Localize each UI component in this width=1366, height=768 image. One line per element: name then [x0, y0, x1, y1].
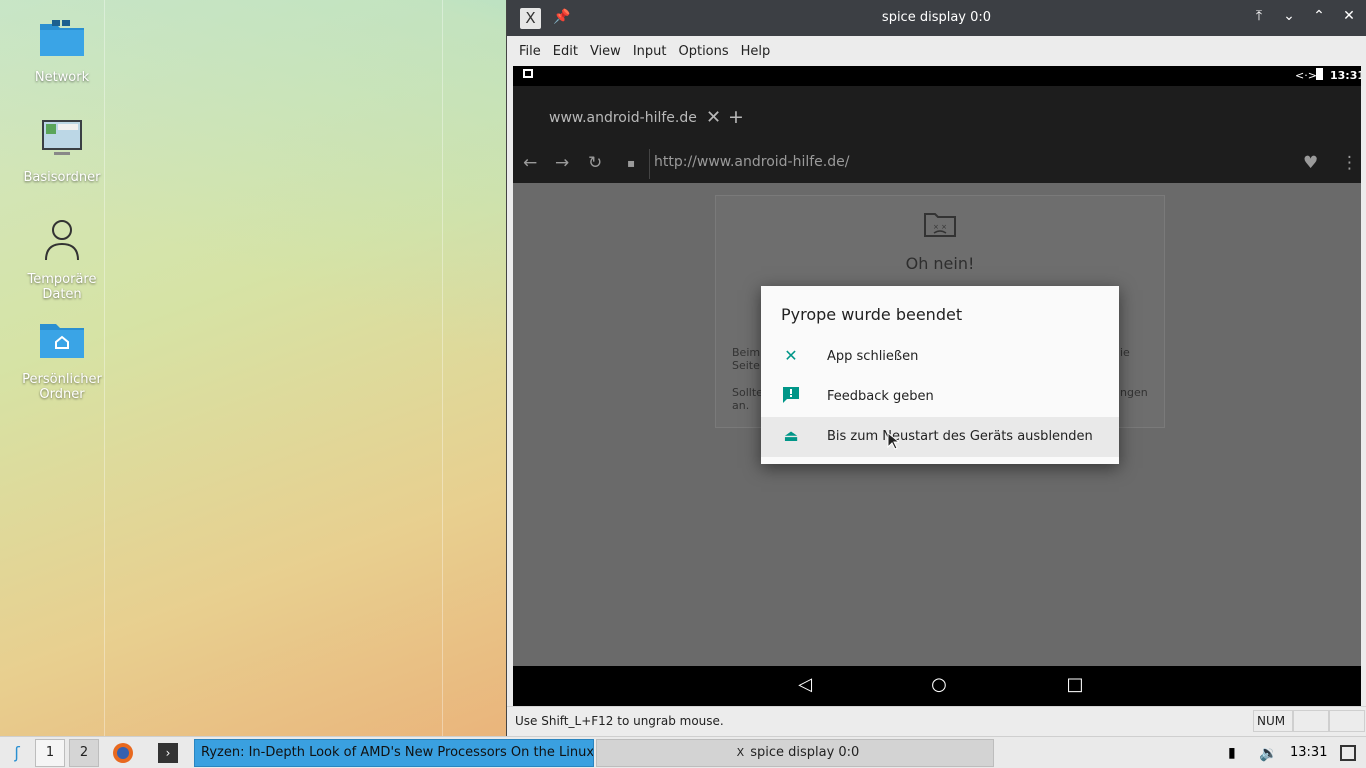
android-screen[interactable]: <·> 13:31 www.android-hilfe.de ✕ + ← → ↻… [513, 66, 1361, 706]
minimize-icon[interactable]: ⌄ [1279, 8, 1299, 24]
num-lock-indicator: NUM [1253, 710, 1293, 732]
android-navbar: ◁ ○ □ [513, 666, 1361, 706]
desktop-icon-home[interactable]: Persönlicher Ordner [12, 316, 112, 402]
error-text-2c: ngen [1120, 386, 1148, 399]
menu-view[interactable]: View [584, 44, 627, 59]
usb-icon[interactable]: ▮ [1228, 739, 1242, 767]
android-statusbar: <·> 13:31 [513, 66, 1361, 86]
workspace-1[interactable]: 1 [35, 739, 65, 767]
workspace-2[interactable]: 2 [69, 739, 99, 767]
page-info-icon[interactable]: ▪ [627, 156, 635, 170]
firefox-launcher-icon[interactable] [112, 739, 134, 767]
desktop-icon-label: Network [34, 70, 90, 85]
show-desktop-icon[interactable] [1340, 745, 1356, 761]
svg-text:× ×: × × [933, 223, 947, 231]
dialog-item-feedback[interactable]: Feedback geben [761, 377, 1119, 417]
sad-folder-icon: × × [924, 213, 956, 237]
dialog-item-hide-until-restart[interactable]: ⏏ Bis zum Neustart des Geräts ausblenden [761, 417, 1119, 457]
dialog-item-label: App schließen [827, 349, 919, 364]
browser-nav-row: ← → ↻ ▪ http://www.android-hilfe.de/ ♥ ⋮ [513, 149, 1361, 179]
crash-dialog: Pyrope wurde beendet ✕ App schließen Fee… [761, 286, 1119, 464]
url-field[interactable]: http://www.android-hilfe.de/ [654, 154, 849, 170]
notification-icon [523, 69, 533, 78]
taskbar-clock[interactable]: 13:31 [1290, 739, 1330, 767]
back-icon[interactable]: ← [523, 153, 537, 173]
task-label: spice display 0:0 [750, 745, 860, 760]
desktop-icon-label: Temporäre Daten [27, 272, 97, 302]
network-folder-icon [40, 20, 84, 56]
error-text-2b: an. [732, 399, 750, 412]
menu-file[interactable]: File [513, 44, 547, 59]
close-icon[interactable]: ✕ [1339, 8, 1359, 24]
volume-icon[interactable]: 🔉 [1259, 739, 1279, 767]
mouse-cursor-icon [887, 432, 899, 450]
tab-add-icon[interactable]: + [728, 106, 744, 128]
taskbar: ʃ 1 2 › Ryzen: In-Depth Look of AMD's Ne… [0, 736, 1366, 768]
android-back-icon[interactable]: ◁ [793, 674, 817, 695]
terminal-launcher-icon[interactable]: › [158, 739, 180, 767]
android-clock: 13:31 [1330, 69, 1361, 82]
task-spice-display[interactable]: Xspice display 0:0 [596, 739, 994, 767]
menu-options[interactable]: Options [672, 44, 734, 59]
eject-icon: ⏏ [783, 426, 799, 445]
status-cell [1293, 710, 1329, 732]
ethernet-icon: <·> [1295, 69, 1317, 82]
user-icon [45, 220, 79, 261]
wallpaper-facet [442, 0, 443, 736]
window-statusbar: Use Shift_L+F12 to ungrab mouse. NUM [507, 706, 1366, 736]
dialog-item-label: Feedback geben [827, 389, 934, 404]
computer-icon [42, 120, 82, 155]
keep-above-icon[interactable]: ⤒ [1249, 8, 1269, 24]
tab-close-icon[interactable]: ✕ [706, 107, 721, 128]
reload-icon[interactable]: ↻ [588, 153, 602, 173]
overflow-menu-icon[interactable]: ⋮ [1341, 153, 1358, 173]
spice-window[interactable]: X 📌 spice display 0:0 ⤒ ⌄ ⌃ ✕ File Edit … [506, 0, 1366, 736]
desktop-icon-temp[interactable]: Temporäre Daten [12, 216, 112, 302]
start-menu-icon[interactable]: ʃ [6, 739, 28, 767]
status-cell [1329, 710, 1365, 732]
task-browser[interactable]: Ryzen: In-Depth Look of AMD's New Proces… [194, 739, 594, 767]
browser-toolbar: www.android-hilfe.de ✕ + ← → ↻ ▪ http://… [513, 86, 1361, 183]
desktop-icon-network[interactable]: Network [12, 14, 112, 85]
error-text-1a: Beim [732, 346, 761, 359]
menu-input[interactable]: Input [627, 44, 673, 59]
url-separator [649, 149, 650, 179]
home-folder-icon [40, 324, 84, 358]
battery-icon [1316, 68, 1323, 80]
error-text-1c: ie [1120, 346, 1130, 359]
ungrab-hint: Use Shift_L+F12 to ungrab mouse. [515, 714, 724, 728]
dialog-item-label: Bis zum Neustart des Geräts ausblenden [827, 429, 1093, 444]
window-title: spice display 0:0 [881, 10, 992, 25]
android-recents-icon[interactable]: □ [1063, 674, 1087, 695]
menubar: File Edit View Input Options Help [507, 36, 1366, 66]
bookmark-heart-icon[interactable]: ♥ [1303, 153, 1318, 173]
android-home-icon[interactable]: ○ [927, 674, 951, 695]
desktop-icon-basisordner[interactable]: Basisordner [12, 114, 112, 185]
error-text-2a: Sollte [732, 386, 763, 399]
dialog-item-close-app[interactable]: ✕ App schließen [761, 337, 1119, 377]
feedback-icon [781, 386, 801, 406]
dialog-title: Pyrope wurde beendet [781, 305, 963, 324]
close-icon: ✕ [784, 346, 798, 365]
x-app-icon: X [736, 746, 745, 759]
error-title: Oh nein! [905, 254, 975, 273]
desktop-icon-label: Persönlicher Ordner [22, 372, 102, 402]
window-titlebar[interactable]: X 📌 spice display 0:0 ⤒ ⌄ ⌃ ✕ [507, 0, 1366, 36]
desktop-icon-label: Basisordner [23, 170, 101, 185]
error-text-1b: Seite [732, 359, 760, 372]
maximize-icon[interactable]: ⌃ [1309, 8, 1329, 24]
browser-tab-title[interactable]: www.android-hilfe.de [549, 110, 697, 126]
forward-icon[interactable]: → [555, 153, 569, 173]
menu-help[interactable]: Help [735, 44, 777, 59]
menu-edit[interactable]: Edit [547, 44, 584, 59]
